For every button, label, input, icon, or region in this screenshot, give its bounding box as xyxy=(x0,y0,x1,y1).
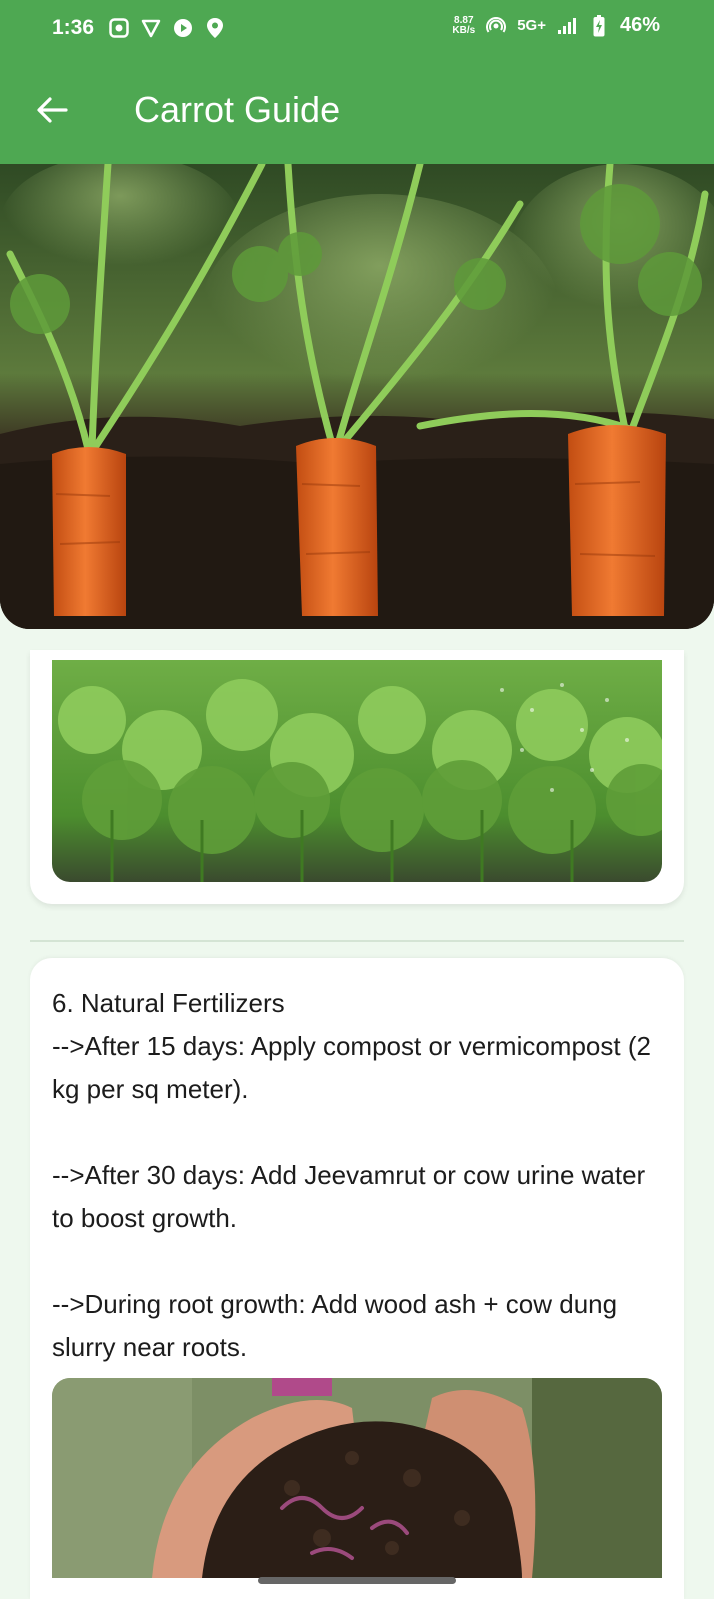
net-speed: 8.87 KB/s xyxy=(452,14,476,36)
battery-charging-icon xyxy=(588,14,610,37)
status-bar: 1:36 8.87 KB/s 5G+ 46% xyxy=(0,0,714,60)
hotspot-icon xyxy=(485,15,507,37)
app-bar: 1:36 8.87 KB/s 5G+ 46% Carrot Guide xyxy=(0,0,714,164)
step-text: -->During root growth: Add wood ash + co… xyxy=(52,1289,618,1362)
battery-percent: 46% xyxy=(619,14,660,36)
step-text: -->After 30 days: Add Jeevamrut or cow u… xyxy=(52,1160,646,1233)
image-card xyxy=(30,650,684,904)
home-indicator[interactable] xyxy=(258,1577,456,1584)
hero-carrot-image xyxy=(0,164,714,629)
play-icon xyxy=(172,17,194,39)
page-title: Carrot Guide xyxy=(134,89,341,130)
notification-icons xyxy=(108,17,226,39)
status-right-group: 8.87 KB/s 5G+ 46% xyxy=(452,14,660,37)
signal-icon xyxy=(556,15,578,37)
location-pin-icon xyxy=(204,17,226,39)
app-notification-icon xyxy=(108,17,130,39)
arrow-left-icon xyxy=(37,97,68,123)
status-time: 1:36 xyxy=(52,16,95,39)
divider xyxy=(30,940,684,942)
step-text: -->After 15 days: Apply compost or vermi… xyxy=(52,1031,651,1104)
fertilizer-card: 6. Natural Fertilizers -->After 15 days:… xyxy=(30,958,684,1599)
back-button[interactable] xyxy=(30,88,74,132)
compost-hands-image xyxy=(52,1378,662,1578)
section-heading: 6. Natural Fertilizers xyxy=(52,988,285,1018)
shield-icon xyxy=(140,17,162,39)
fertilizer-text: 6. Natural Fertilizers -->After 15 days:… xyxy=(52,982,662,1369)
network-type: 5G+ xyxy=(517,17,546,34)
carrot-field-image xyxy=(52,660,662,882)
